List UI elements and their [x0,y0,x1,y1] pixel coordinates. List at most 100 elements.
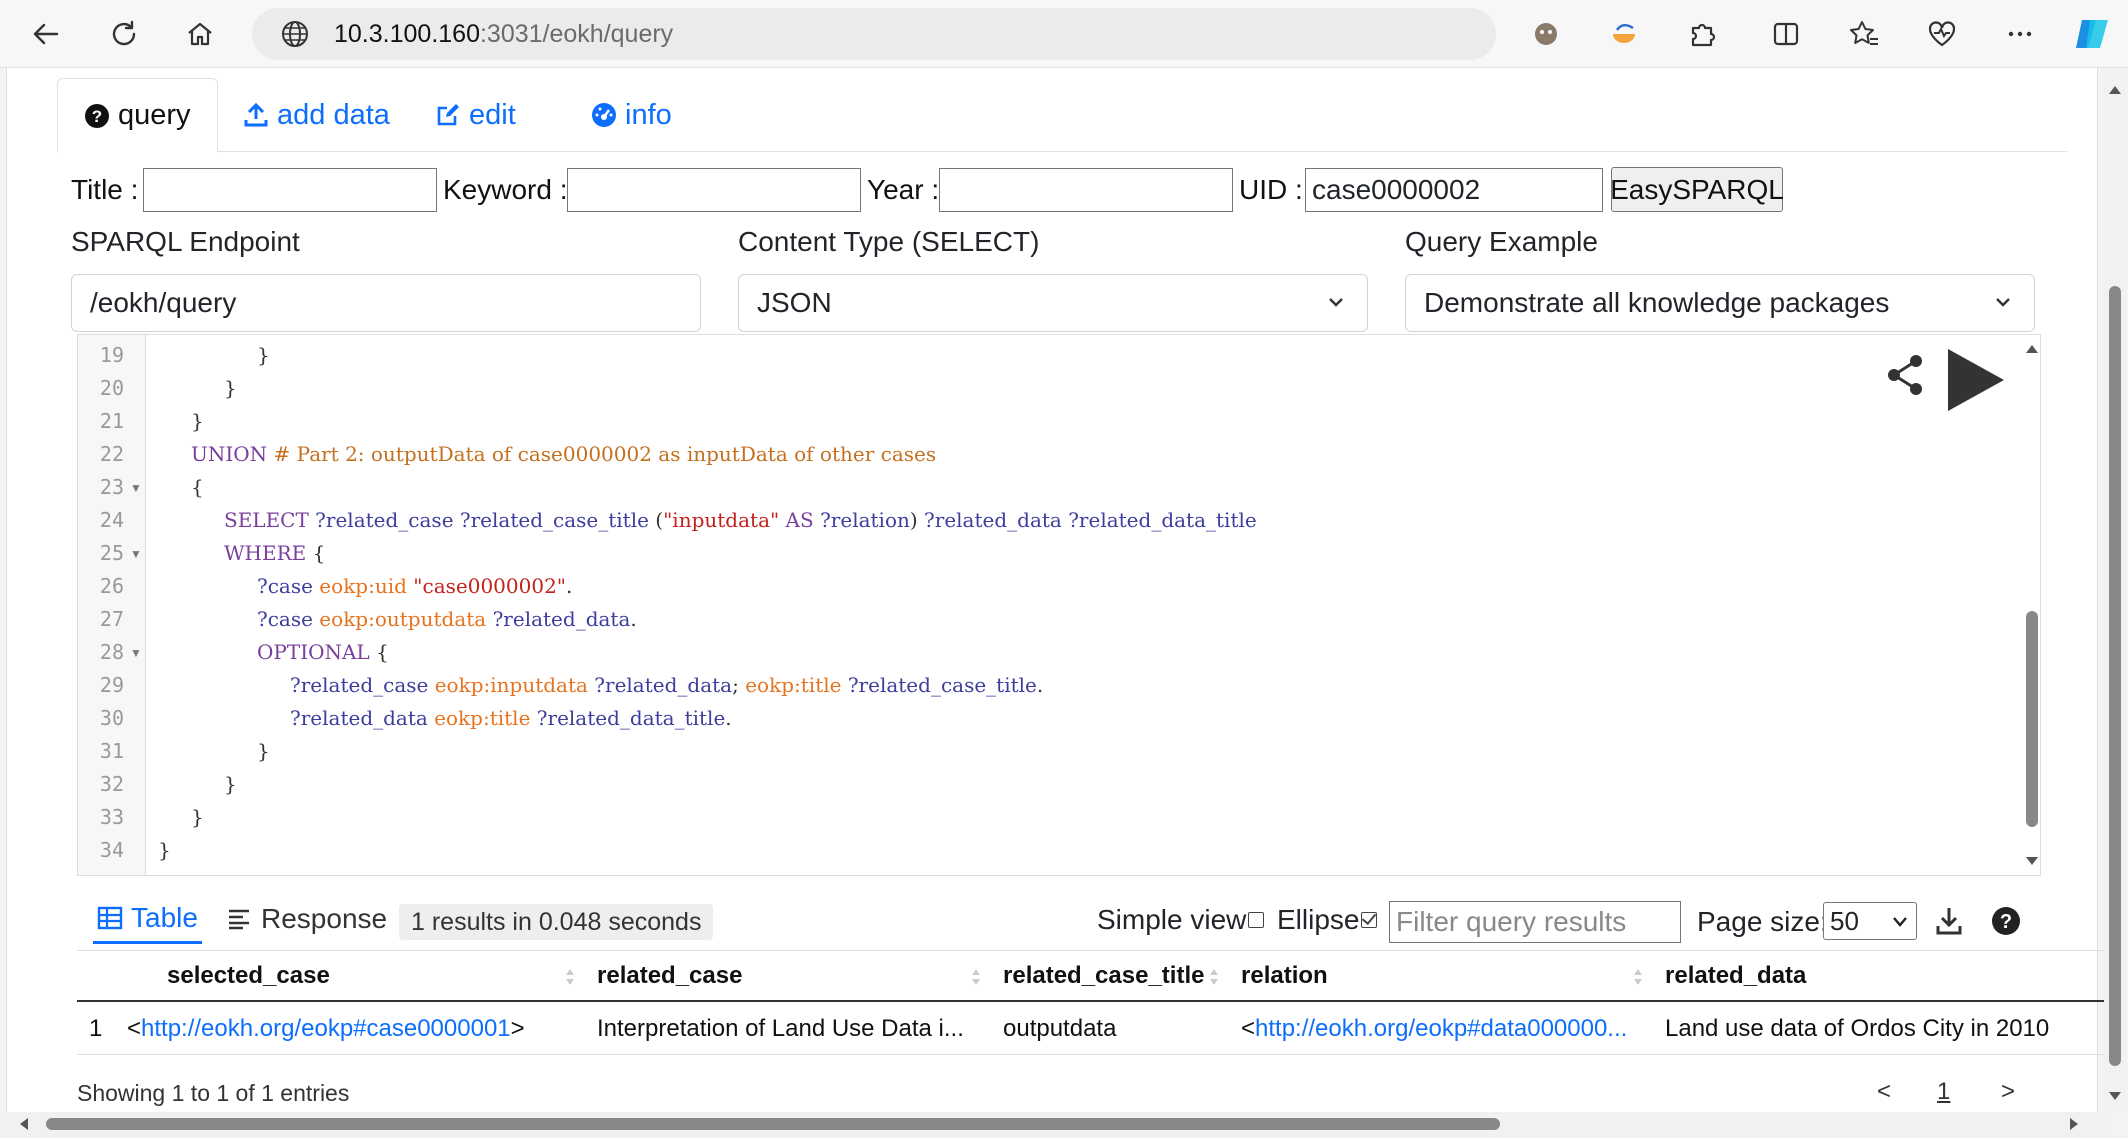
sparql-editor[interactable]: 19 20 21 22 23 ▼ 24 25 ▼ 26 27 28 ▼ 29 3… [77,334,2041,876]
simple-view-toggle[interactable]: Simple view [1097,904,1265,936]
line-number: 30 [99,706,124,730]
code-line[interactable]: } [158,838,171,862]
code-line[interactable]: } [191,805,204,829]
page-size-select[interactable]: 50 [1823,902,1917,940]
code-line[interactable]: ?case eokp:uid "case0000002". [257,574,572,598]
page-scrollbar[interactable] [2104,68,2126,1112]
code-line[interactable]: } [224,376,237,400]
split-screen-icon[interactable] [1766,14,1806,54]
download-icon[interactable] [1935,906,1963,936]
tab-query[interactable]: ? query [57,78,218,153]
home-icon[interactable] [180,14,220,54]
horizontal-scrollbar[interactable] [0,1112,2110,1136]
query-example-select[interactable]: Demonstrate all knowledge packages [1405,274,2035,332]
line-number: 34 [99,838,124,862]
more-options-icon[interactable] [2000,14,2040,54]
easysparql-button[interactable]: EasySPARQL [1610,167,1784,212]
code-line[interactable]: } [224,772,237,796]
code-line[interactable]: } [257,343,270,367]
column-header-label: related_case [597,961,743,989]
sort-icon [1634,969,1642,985]
address-bar[interactable]: 10.3.100.160:3031/eokh/query [252,8,1496,60]
simple-view-label: Simple view [1097,904,1247,935]
filter-input[interactable]: Filter query results [1389,901,1681,943]
line-number: 32 [99,772,124,796]
health-icon[interactable] [1922,14,1962,54]
title-label: Title : [71,174,139,205]
row-index: 1 [89,1015,103,1042]
ellipse-checkbox[interactable] [1361,912,1378,928]
main-tabs: ? query add data edit info [57,78,2067,153]
code-line[interactable]: UNION # Part 2: outputData of case000000… [191,442,936,466]
back-arrow-icon[interactable] [26,14,66,54]
line-number: 33 [99,805,124,829]
page-size-label: Page size: [1697,906,1828,937]
endpoint-input[interactable]: /eokh/query [71,274,701,332]
pager-page-button[interactable]: 1 [1937,1078,1950,1106]
tab-edit[interactable]: edit [409,78,542,152]
tab-add-data[interactable]: add data [217,78,416,152]
column-header-relation[interactable]: relation [1225,950,1649,1002]
code-line[interactable]: WHERE { [224,541,325,565]
fold-toggle-icon[interactable]: ▼ [130,646,142,660]
share-icon[interactable] [1886,353,1926,397]
simple-view-checkbox[interactable] [1248,912,1265,928]
entries-info: Showing 1 to 1 of 1 entries [77,1080,350,1106]
pager-prev-button[interactable]: < [1877,1078,1891,1106]
refresh-icon[interactable] [104,14,144,54]
url-host: 10.3.100.160 [334,19,480,48]
column-header-related-data[interactable]: related_data [1649,950,2107,1002]
year-label: Year : [867,174,940,205]
code-line[interactable]: ?case eokp:outputdata ?related_data. [257,607,637,631]
favorites-icon[interactable] [1844,14,1884,54]
code-line[interactable]: { [191,475,204,499]
cell-related-data: Land use data of Ordos City in 2010 [1665,1015,2050,1042]
puzzle-icon[interactable] [1682,14,1722,54]
code-line[interactable]: OPTIONAL { [257,640,389,664]
year-input[interactable] [939,168,1233,212]
chevron-down-icon [1329,298,1343,307]
tab-response[interactable]: Response [227,894,387,944]
upload-icon [244,102,268,127]
uid-input[interactable]: case0000002 [1305,168,1603,212]
code-line[interactable]: ?related_case eokp:inputdata ?related_da… [290,673,1043,697]
column-header-label: selected_case [167,961,330,989]
page-scrollbar-thumb[interactable] [2109,286,2121,1066]
tab-info[interactable]: info [565,78,698,152]
question-circle-icon: ? [85,103,109,128]
pager-next-button[interactable]: > [2001,1078,2015,1106]
editor-scrollbar[interactable] [2022,335,2041,875]
help-icon[interactable]: ? [1991,906,2021,936]
cell-related-case-title: outputdata [1003,1015,1117,1042]
line-number: 27 [99,607,124,631]
tab-response-label: Response [261,903,388,934]
fold-toggle-icon[interactable]: ▼ [130,481,142,495]
fold-toggle-icon[interactable]: ▼ [130,547,142,561]
extension-avatar-icon[interactable] [1526,14,1566,54]
relation-link[interactable]: http://eokh.org/eokp#data000000... [1255,1015,1627,1043]
tab-label: edit [469,98,516,131]
ellipse-toggle[interactable]: Ellipse [1277,904,1378,936]
run-query-icon[interactable] [1944,347,2006,413]
sort-icon [1210,969,1218,985]
copilot-icon[interactable] [2072,14,2112,54]
code-line[interactable]: SELECT ?related_case ?related_case_title… [224,508,1257,532]
horizontal-scrollbar-thumb[interactable] [46,1118,1500,1130]
query-example-value: Demonstrate all knowledge packages [1424,287,1890,318]
content-type-value: JSON [757,287,832,318]
column-header-related-case-title[interactable]: related_case_title [987,950,1225,1002]
line-number: 20 [99,376,124,400]
keyword-input[interactable] [567,168,861,212]
tab-table[interactable]: Table [93,894,202,944]
code-line[interactable]: } [257,739,270,763]
content-type-select[interactable]: JSON [738,274,1368,332]
column-header-related-case[interactable]: related_case [581,950,987,1002]
endpoint-label: SPARQL Endpoint [71,226,300,257]
selected-case-link[interactable]: http://eokh.org/eokp#case0000001 [141,1015,511,1043]
line-number: 22 [99,442,124,466]
column-header-selected-case[interactable]: selected_case [123,950,581,1002]
code-line[interactable]: ?related_data eokp:title ?related_data_t… [290,706,732,730]
extension-bowl-icon[interactable] [1604,14,1644,54]
code-line[interactable]: } [191,409,204,433]
title-input[interactable] [143,168,437,212]
